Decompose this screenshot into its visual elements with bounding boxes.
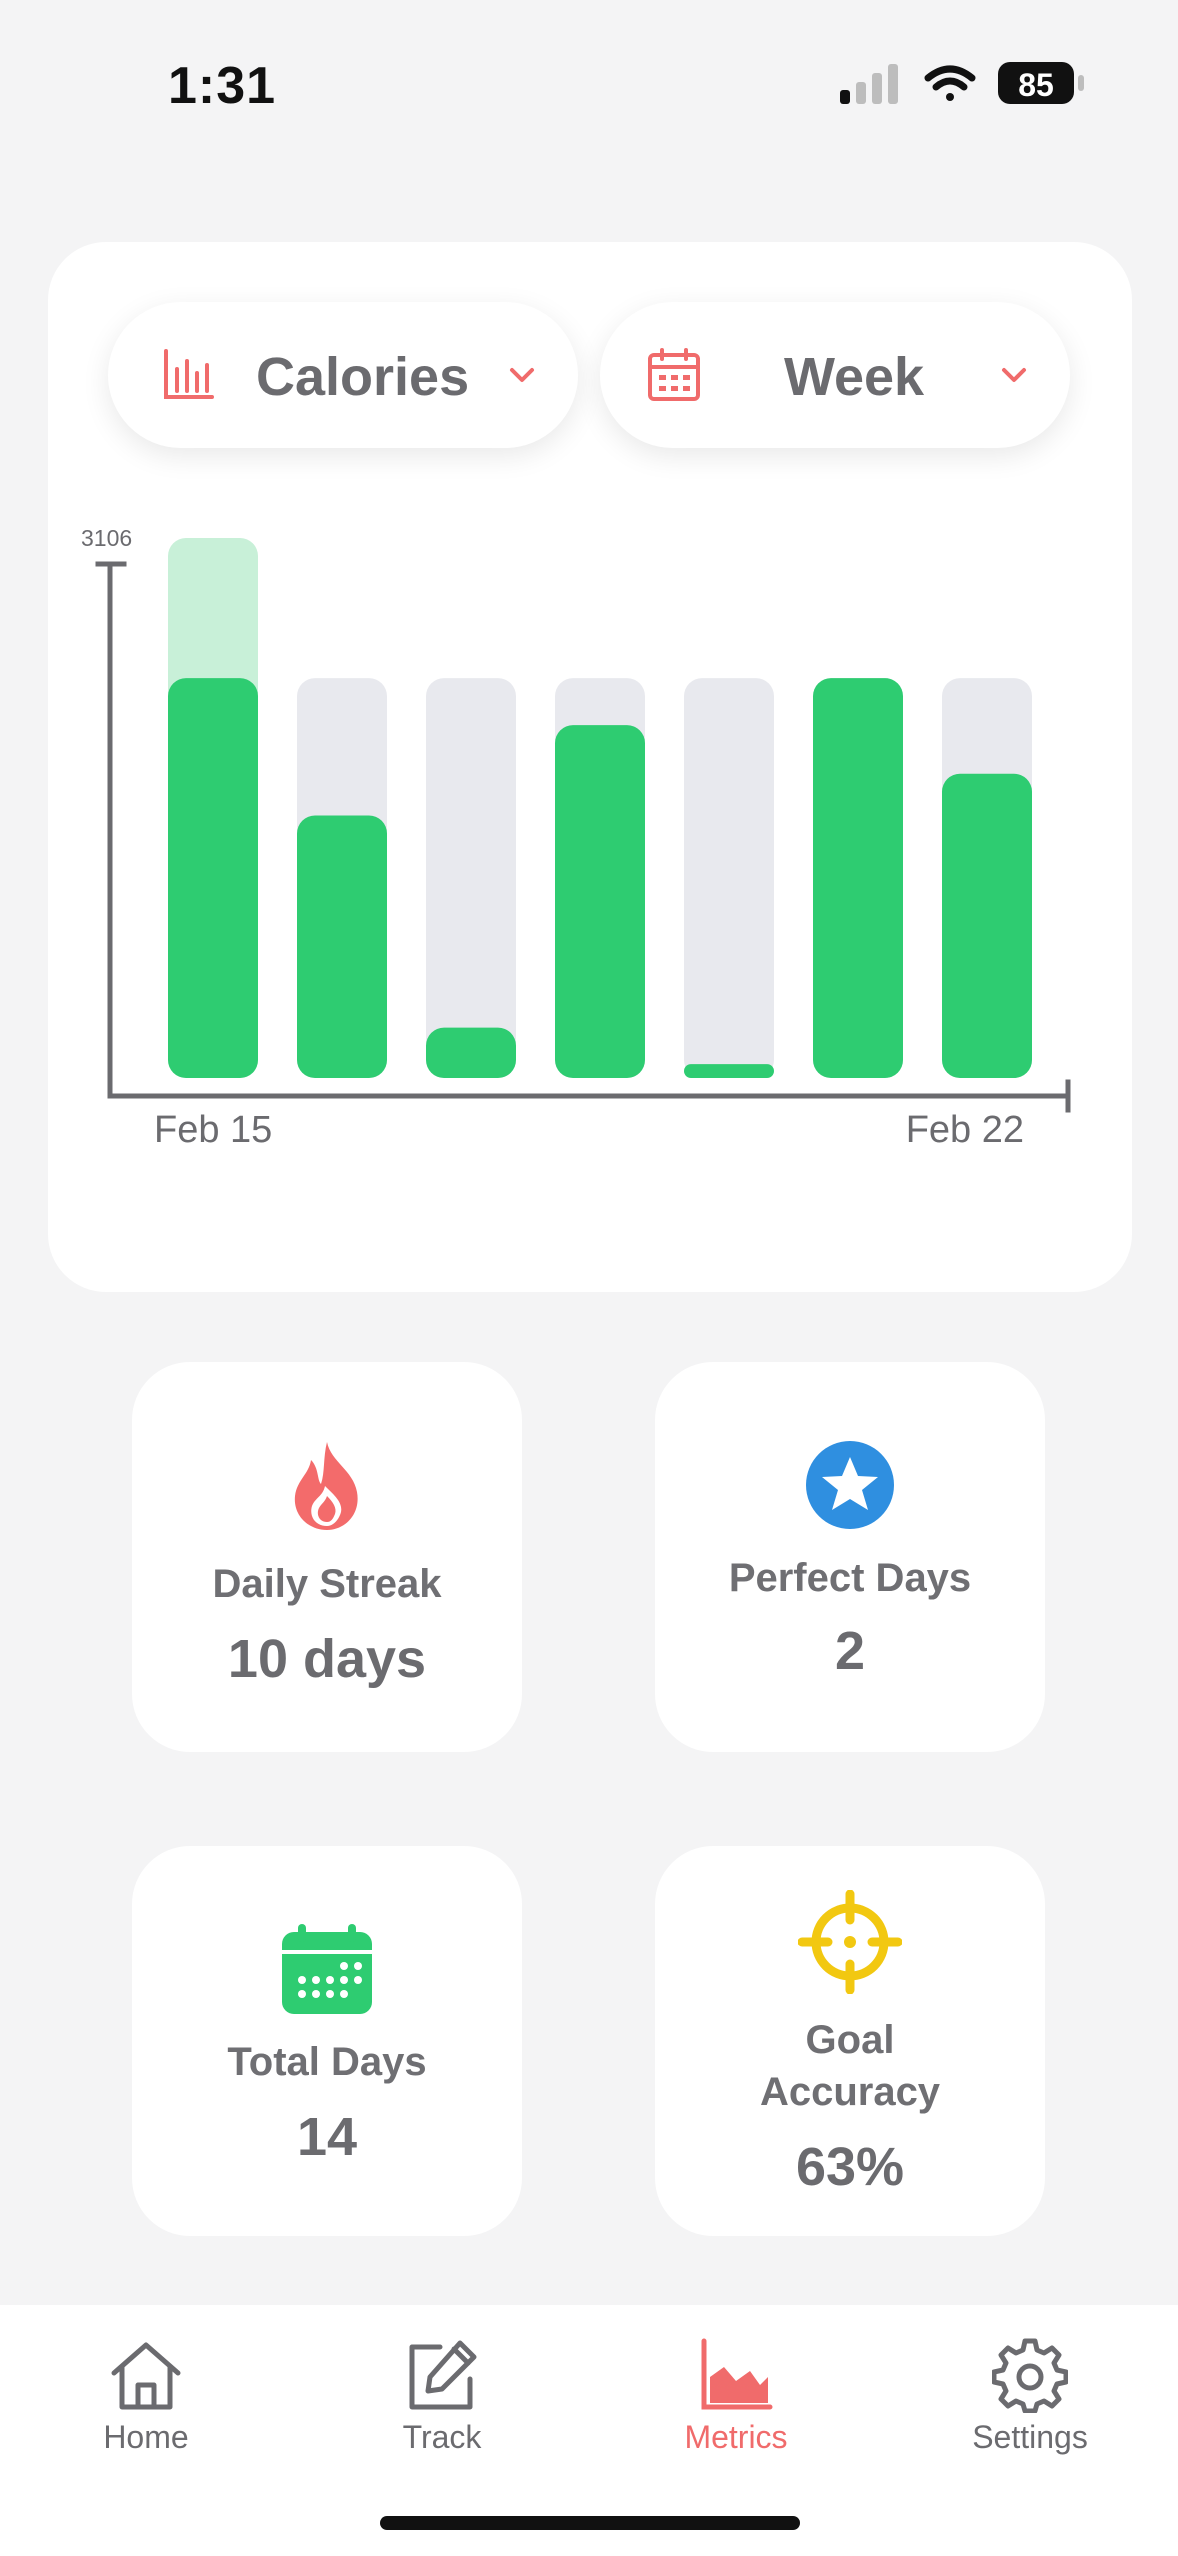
edit-icon [409,2340,477,2410]
tab-label: Metrics [684,2419,788,2455]
battery-level: 85 [1018,67,1054,103]
bar-goal-track [684,678,774,1078]
star-badge-icon [806,1441,894,1529]
tab-home[interactable]: Home [46,2325,246,2475]
status-time: 1:31 [168,57,277,115]
perfect-days-card: Perfect Days 2 [655,1362,1045,1752]
tab-track[interactable]: Track [342,2325,542,2475]
bar-goal-track [426,678,516,1078]
stat-value: 14 [296,2107,358,2167]
tab-metrics[interactable]: Metrics [636,2325,836,2475]
tab-label: Settings [972,2419,1088,2455]
calories-bar-chart: 3106 Feb 15 Feb 22 [81,525,1071,1151]
chart-card: Calories Week 3106 Feb 15 Feb 22 [48,242,1132,1292]
daily-streak-card: Daily Streak 10 days [132,1362,522,1752]
bar [555,725,645,1078]
gear-icon [992,2338,1068,2413]
bar [684,1064,774,1078]
bar [297,815,387,1078]
crosshair-icon [798,1890,902,1994]
wifi-icon [924,65,976,101]
x-axis-start-label: Feb 15 [154,1109,272,1151]
stat-value: 2 [834,1621,866,1681]
metrics-screen: 1:31 85 Calories Week 3106 Feb 15 Feb 22… [0,0,1178,2556]
stat-label: Goal Accuracy [759,2018,941,2114]
y-axis-max-label: 3106 [81,525,132,551]
area-chart-icon [701,2338,773,2410]
x-axis-end-label: Feb 22 [906,1109,1024,1151]
calendar-dots-icon [282,1924,372,2014]
stat-value: 63% [795,2137,905,2197]
status-indicators: 85 [840,62,1084,104]
bar [426,1027,516,1078]
flame-icon [294,1442,358,1530]
total-days-card: Total Days 14 [132,1846,522,2236]
signal-icon [840,64,898,104]
bar [168,678,258,1078]
tab-label: Home [103,2419,189,2455]
home-icon [111,2342,181,2410]
stat-label: Perfect Days [728,1556,972,1600]
battery-icon: 85 [998,62,1084,104]
home-indicator [380,2516,800,2530]
bar-group [168,538,1032,1078]
tab-settings[interactable]: Settings [930,2325,1130,2475]
stat-value: 10 days [227,1629,427,1689]
bar [813,678,903,1078]
bar [942,773,1032,1078]
stat-label: Daily Streak [212,1562,442,1606]
stat-label: Total Days [227,2040,427,2084]
tab-label: Track [402,2419,482,2455]
goal-accuracy-card: Goal Accuracy 63% [655,1846,1045,2236]
